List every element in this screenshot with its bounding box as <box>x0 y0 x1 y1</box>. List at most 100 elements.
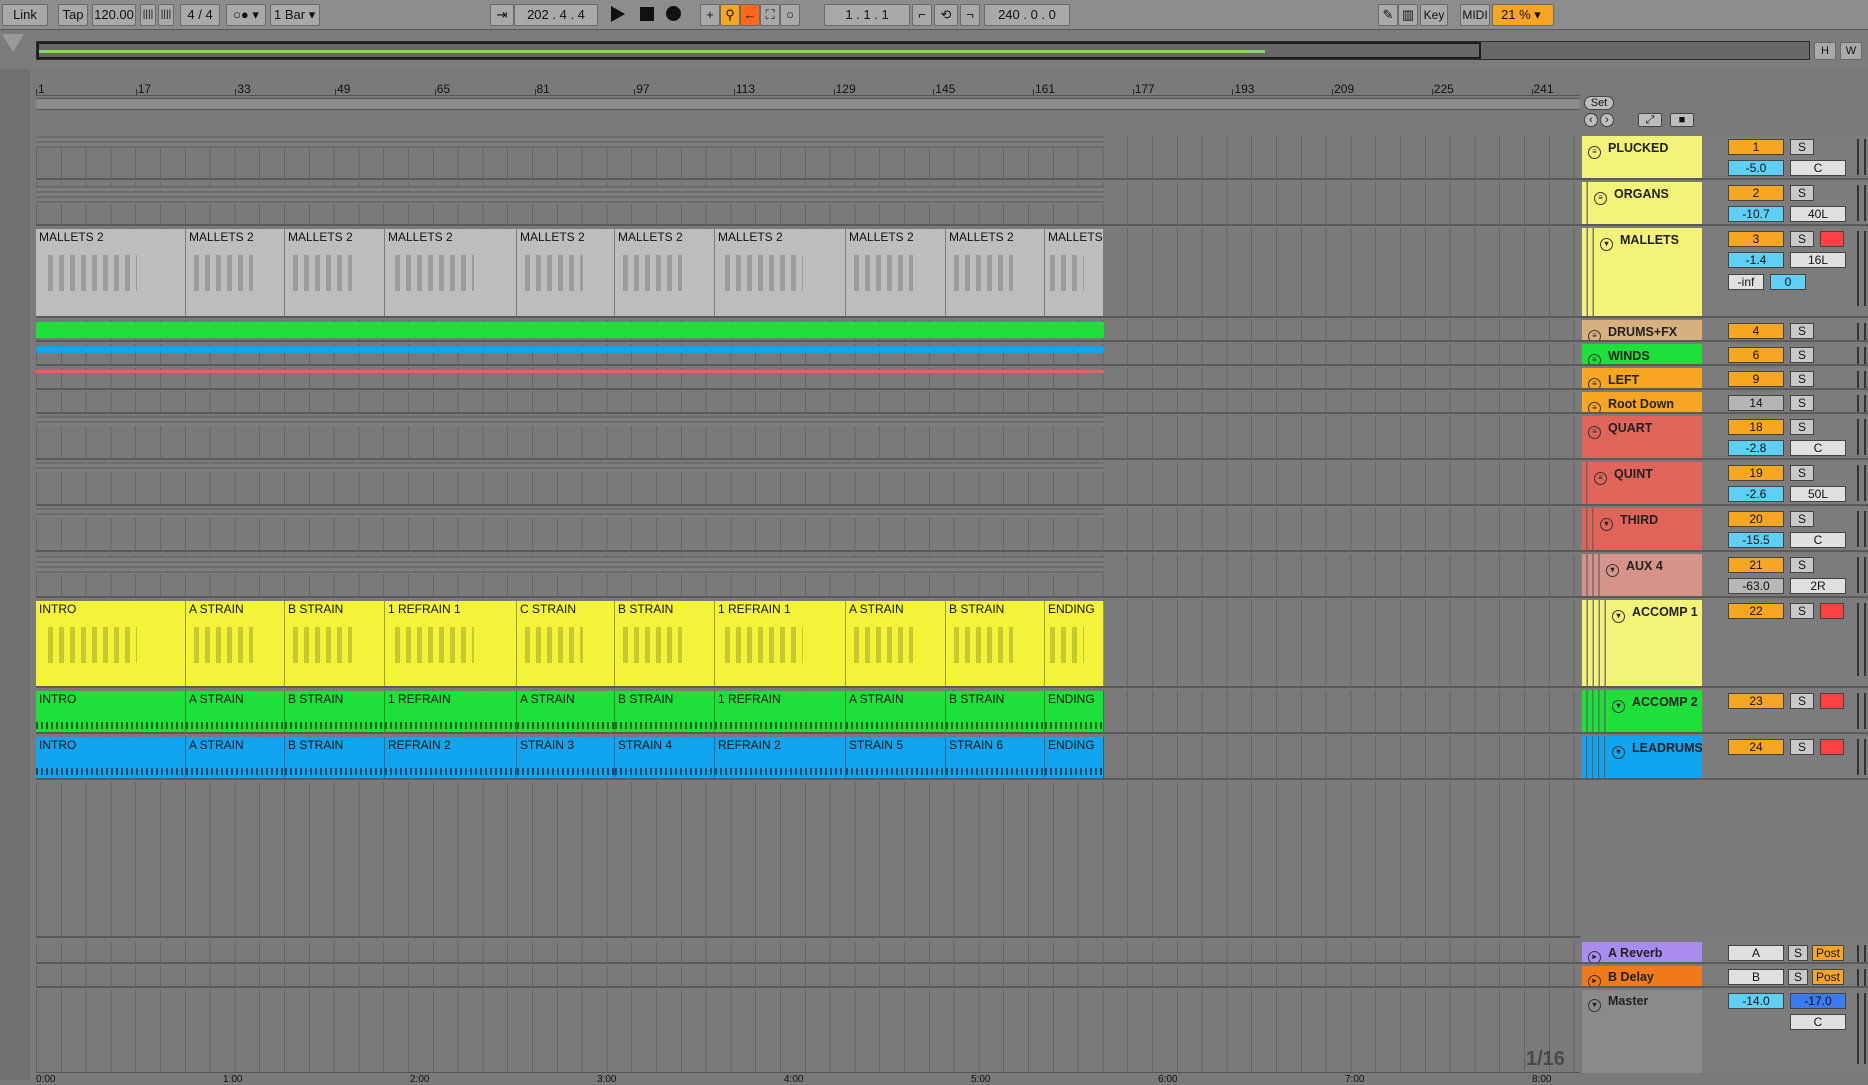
clip[interactable]: MALLETS 2 <box>517 229 615 316</box>
solo-button[interactable]: S <box>1790 693 1814 709</box>
fold-icon[interactable]: ≡ <box>1588 426 1601 439</box>
solo-button[interactable]: S <box>1790 739 1814 755</box>
solo-button[interactable]: S <box>1790 395 1814 411</box>
empty-area[interactable] <box>36 782 1580 938</box>
nudge-up-icon[interactable]: |||| <box>158 4 174 26</box>
midi-map-button[interactable]: MIDI <box>1460 4 1490 26</box>
chevron-down-icon[interactable]: ▾ <box>1588 999 1601 1012</box>
keyboard-icon[interactable]: ▥ <box>1398 4 1418 26</box>
arm-button-icon[interactable] <box>1820 231 1844 247</box>
clip[interactable]: 1 REFRAIN 1 <box>715 601 846 686</box>
track-header[interactable]: ▾ LEADRUMS 24 S <box>1580 736 1868 780</box>
track-name-area[interactable]: ▾ Master <box>1582 990 1702 1073</box>
punch-out-icon[interactable]: ¬ <box>960 4 980 26</box>
track-name-area[interactable]: ▾ ACCOMP 2 <box>1606 690 1702 732</box>
play-icon[interactable]: ▸ <box>1588 975 1601 986</box>
clip[interactable]: 1 REFRAIN <box>385 691 517 732</box>
overview-window[interactable] <box>37 42 1481 59</box>
track-activator[interactable]: 9 <box>1728 371 1784 387</box>
track-header[interactable]: ▾ ACCOMP 1 22 S <box>1580 600 1868 688</box>
master-pan-field[interactable]: C <box>1790 1014 1846 1030</box>
clip[interactable]: MALLETS 2 <box>946 229 1045 316</box>
solo-button[interactable]: S <box>1790 557 1814 573</box>
track-activator[interactable]: 24 <box>1728 739 1784 755</box>
set-locator-button[interactable]: Set <box>1584 96 1614 110</box>
time-signature[interactable]: 4 / 4 <box>180 4 220 26</box>
solo-button[interactable]: S <box>1790 185 1814 201</box>
track-header[interactable]: ▾ MALLETS 3 S -1.4 16L -inf 0 <box>1580 228 1868 318</box>
volume-field[interactable]: -2.8 <box>1728 440 1784 456</box>
key-map-button[interactable]: Key <box>1420 4 1448 26</box>
send-b-field[interactable]: 0 <box>1770 274 1806 290</box>
track-activator[interactable]: 6 <box>1728 347 1784 363</box>
fold-icon[interactable]: ▾ <box>1612 700 1625 713</box>
fold-icon[interactable]: ▾ <box>1612 746 1625 759</box>
clip[interactable]: INTRO <box>36 691 186 732</box>
clip[interactable]: INTRO <box>36 601 186 686</box>
track-name-area[interactable]: ▾ LEADRUMS <box>1606 736 1702 778</box>
fold-icon[interactable]: ≡ <box>1588 146 1601 159</box>
clip[interactable]: MALLETS 2 <box>36 229 186 316</box>
loop-length-field[interactable]: 240 . 0 . 0 <box>984 4 1070 26</box>
automation-arm-icon[interactable]: ⚲ <box>720 4 740 26</box>
clip[interactable]: 1 REFRAIN <box>715 691 846 732</box>
track-name-area[interactable]: ≡ DRUMS+FX <box>1582 320 1702 340</box>
clip[interactable]: MALLETS <box>1045 229 1104 316</box>
clip[interactable]: B STRAIN <box>946 691 1045 732</box>
track-activator[interactable]: 19 <box>1728 465 1784 481</box>
arm-button-icon[interactable] <box>1820 693 1844 709</box>
track-activator[interactable]: 3 <box>1728 231 1784 247</box>
solo-button[interactable]: S <box>1790 139 1814 155</box>
track-header[interactable]: ≡ ORGANS 2 S -10.7 40L <box>1580 182 1868 226</box>
track-header[interactable]: ≡ PLUCKED 1 S -5.0 C <box>1580 136 1868 180</box>
send-a-field[interactable]: -inf <box>1728 274 1764 290</box>
clip[interactable]: INTRO <box>36 737 186 778</box>
fold-icon[interactable]: ▾ <box>1612 610 1625 623</box>
play-icon[interactable] <box>611 6 625 22</box>
loop-start-field[interactable]: 1 . 1 . 1 <box>824 4 910 26</box>
fold-icon[interactable]: ≡ <box>1594 472 1607 485</box>
track-header[interactable]: ▾ ACCOMP 2 23 S <box>1580 690 1868 734</box>
record-icon[interactable] <box>666 6 681 21</box>
beat-time-ruler[interactable]: 1 17 33 49 65 81 97 113 129 145 161 177 193 209 225 241 <box>36 80 1580 96</box>
capture-icon[interactable]: ⛶ <box>760 4 780 26</box>
fold-icon[interactable]: ≡ <box>1588 330 1601 340</box>
solo-button[interactable]: S <box>1790 323 1814 339</box>
follow-icon[interactable]: ⇥ <box>490 4 514 26</box>
solo-button[interactable]: S <box>1790 465 1814 481</box>
track-name-area[interactable]: ≡ QUINT <box>1588 462 1702 504</box>
fold-icon[interactable]: ▾ <box>1600 238 1613 251</box>
solo-button[interactable]: S <box>1790 603 1814 619</box>
return-track-header[interactable]: ▸ A Reverb A S Post <box>1580 942 1868 964</box>
track-header[interactable]: ≡ DRUMS+FX 4 S <box>1580 320 1868 342</box>
clip[interactable]: B STRAIN <box>615 691 715 732</box>
clip[interactable]: MALLETS 2 <box>385 229 517 316</box>
track-header[interactable]: ▾ AUX 4 21 S -63.0 2R <box>1580 554 1868 598</box>
pan-field[interactable]: 40L <box>1790 206 1846 222</box>
track-name-area[interactable]: ▸ B Delay <box>1582 966 1702 986</box>
track-activator[interactable]: 21 <box>1728 557 1784 573</box>
punch-in-icon[interactable]: ⌐ <box>912 4 932 26</box>
volume-field[interactable]: -63.0 <box>1728 578 1784 594</box>
track-name-area[interactable]: ≡ Root Down <box>1582 392 1702 412</box>
track-activator[interactable]: 1 <box>1728 139 1784 155</box>
track-header[interactable]: ▾ THIRD 20 S -15.5 C <box>1580 508 1868 552</box>
arrangement-overview[interactable] <box>36 41 1810 60</box>
master-volume-field[interactable]: -14.0 <box>1728 993 1784 1009</box>
pre-post-toggle[interactable]: Post <box>1812 945 1844 961</box>
track-activator[interactable]: 18 <box>1728 419 1784 435</box>
solo-button[interactable]: S <box>1790 371 1814 387</box>
track-activator[interactable]: 22 <box>1728 603 1784 619</box>
expand-icon[interactable]: ⤢ <box>1638 113 1662 127</box>
cue-volume-field[interactable]: -17.0 <box>1790 993 1846 1009</box>
track-name-area[interactable]: ≡ LEFT <box>1582 368 1702 388</box>
pan-field[interactable]: 50L <box>1790 486 1846 502</box>
link-button[interactable]: Link <box>2 4 48 26</box>
track-name-area[interactable]: ▾ ACCOMP 1 <box>1606 600 1702 686</box>
solo-button[interactable]: S <box>1790 511 1814 527</box>
quantize-menu[interactable]: 1 Bar ▾ <box>270 4 320 26</box>
fold-icon[interactable]: ≡ <box>1594 192 1607 205</box>
track-header[interactable]: ≡ LEFT 9 S <box>1580 368 1868 390</box>
track-activator[interactable]: 2 <box>1728 185 1784 201</box>
return-letter[interactable]: A <box>1728 945 1784 961</box>
